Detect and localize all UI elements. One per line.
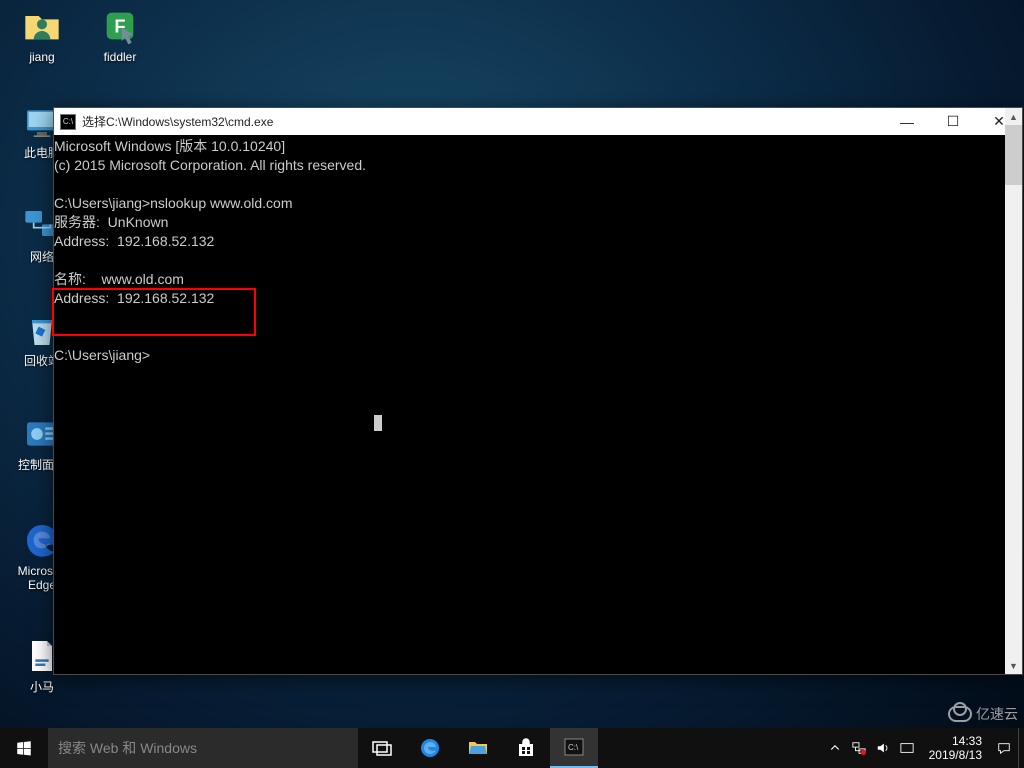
taskbar-store[interactable] <box>502 728 550 768</box>
cmd-line: 服务器: UnKnown <box>54 214 168 230</box>
cmd-line: Address: 192.168.52.132 <box>54 290 214 306</box>
scroll-track[interactable] <box>1005 185 1022 657</box>
windows-logo-icon <box>15 739 33 757</box>
tray-ime-icon[interactable] <box>899 740 915 756</box>
window-title: 选择C:\Windows\system32\cmd.exe <box>82 113 884 130</box>
clock-time: 14:33 <box>929 734 982 748</box>
search-placeholder: 搜索 Web 和 Windows <box>58 738 197 758</box>
cmd-output[interactable]: Microsoft Windows [版本 10.0.10240] (c) 20… <box>54 135 1022 674</box>
cloud-icon <box>948 706 972 722</box>
watermark-text: 亿速云 <box>976 704 1018 724</box>
scroll-up-icon[interactable]: ▲ <box>1005 108 1022 125</box>
taskbar: 搜索 Web 和 Windows C:\ 14:33 2019/8/13 <box>0 728 1024 768</box>
scrollbar[interactable]: ▲ ▼ <box>1005 108 1022 674</box>
show-desktop-button[interactable] <box>1018 728 1024 768</box>
minimize-button[interactable]: — <box>884 108 930 135</box>
user-folder-icon <box>22 6 62 46</box>
taskbar-edge[interactable] <box>406 728 454 768</box>
icon-label: fiddler <box>82 50 158 64</box>
maximize-button[interactable]: ☐ <box>930 108 976 135</box>
svg-text:C:\: C:\ <box>568 743 579 752</box>
tray-chevron-up-icon[interactable] <box>827 740 843 756</box>
icon-label: jiang <box>4 50 80 64</box>
cmd-line: Microsoft Windows [版本 10.0.10240] <box>54 138 285 154</box>
taskbar-explorer[interactable] <box>454 728 502 768</box>
cmd-window: C:\ 选择C:\Windows\system32\cmd.exe — ☐ ✕ … <box>53 107 1023 675</box>
start-button[interactable] <box>0 728 48 768</box>
task-view-button[interactable] <box>358 728 406 768</box>
edge-icon <box>418 736 442 760</box>
desktop-icon-jiang[interactable]: jiang <box>4 6 80 64</box>
window-buttons: — ☐ ✕ <box>884 108 1022 135</box>
taskbar-clock[interactable]: 14:33 2019/8/13 <box>923 734 988 762</box>
desktop: jiang F fiddler 此电脑 网络 回收站 <box>0 0 1024 768</box>
cmd-line: C:\Users\jiang>nslookup www.old.com <box>54 195 293 211</box>
text-cursor <box>374 415 382 431</box>
clock-date: 2019/8/13 <box>929 748 982 762</box>
cmd-prompt: C:\Users\jiang> <box>54 347 150 363</box>
cmd-icon: C:\ <box>562 735 586 759</box>
taskbar-cmd[interactable]: C:\ <box>550 728 598 768</box>
cmd-line: (c) 2015 Microsoft Corporation. All righ… <box>54 157 366 173</box>
tray-volume-icon[interactable] <box>875 740 891 756</box>
cmd-line: Address: 192.168.52.132 <box>54 233 214 249</box>
icon-label: 小马 <box>4 680 80 694</box>
search-input[interactable]: 搜索 Web 和 Windows <box>48 728 358 768</box>
folder-icon <box>466 736 490 760</box>
task-view-icon <box>370 736 394 760</box>
scroll-down-icon[interactable]: ▼ <box>1005 657 1022 674</box>
system-tray: 14:33 2019/8/13 <box>821 728 1018 768</box>
cmd-line: 名称: www.old.com <box>54 271 184 287</box>
tray-network-icon[interactable] <box>851 740 867 756</box>
store-icon <box>514 736 538 760</box>
watermark: 亿速云 <box>948 704 1018 724</box>
tray-notifications-icon[interactable] <box>996 740 1012 756</box>
desktop-icon-fiddler[interactable]: F fiddler <box>82 6 158 64</box>
scroll-thumb[interactable] <box>1005 125 1022 185</box>
fiddler-icon: F <box>100 6 140 46</box>
cmd-titlebar[interactable]: C:\ 选择C:\Windows\system32\cmd.exe — ☐ ✕ <box>54 108 1022 135</box>
cmd-icon: C:\ <box>60 114 76 130</box>
